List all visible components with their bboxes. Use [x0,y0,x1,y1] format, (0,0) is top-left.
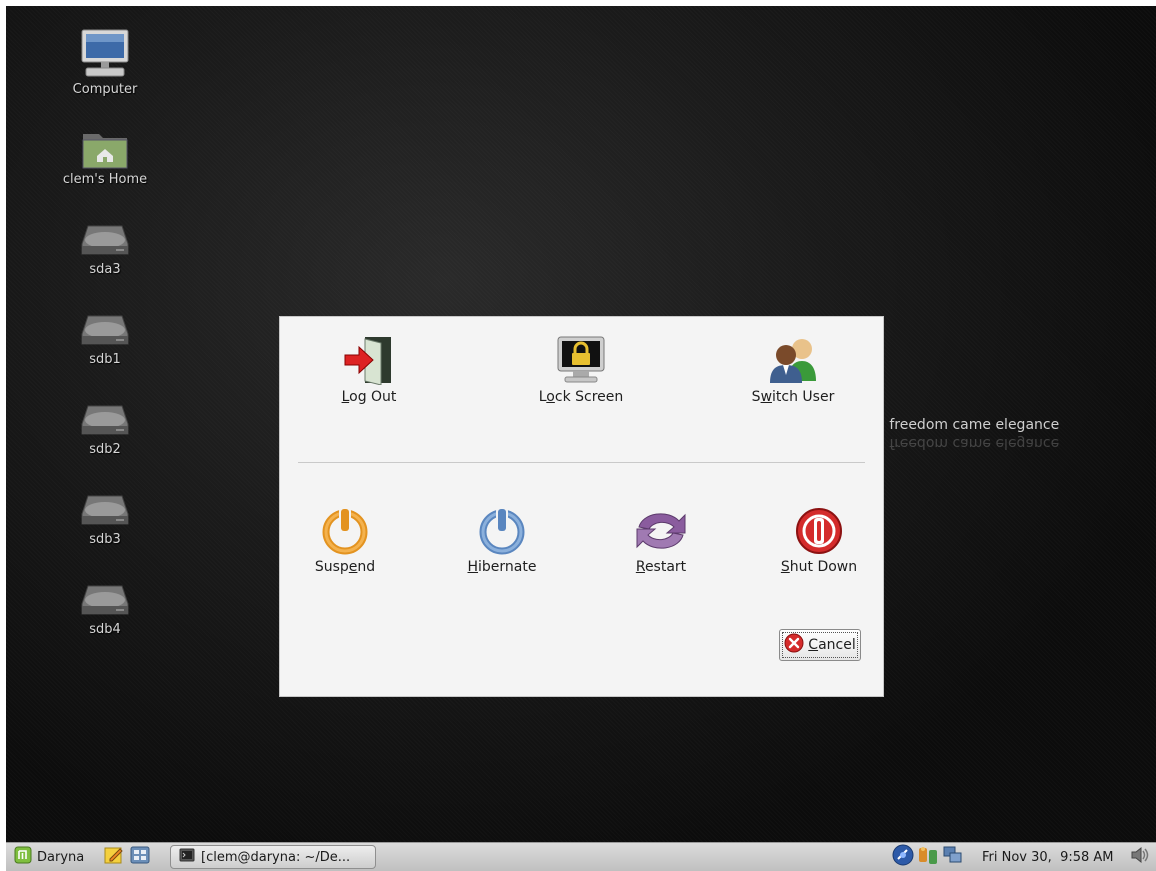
switch-user-button[interactable]: Switch User [728,327,858,405]
shut-down-label: Shut Down [780,559,858,575]
updates-icon[interactable] [917,844,939,870]
shut-down-button[interactable]: Shut Down [754,497,884,575]
drive-icon [79,298,131,350]
desktop-icon-sdb1[interactable]: sdb1 [50,298,160,367]
restart-icon [596,497,726,555]
logout-icon [304,327,434,385]
show-desktop-icon [130,845,150,869]
lock-screen-icon [516,327,646,385]
desktop-icon-sdb2[interactable]: sdb2 [50,388,160,457]
switch-user-label: Switch User [751,389,835,405]
taskbar: Daryna [clem@daryna: ~/De... Fri Nov 30,… [6,842,1156,871]
taskbar-window-button[interactable]: [clem@daryna: ~/De... [170,845,376,869]
desktop-icon-sdb3[interactable]: sdb3 [50,478,160,547]
desktop-icon-sda3[interactable]: sda3 [50,208,160,277]
main-menu-button[interactable]: Daryna [14,843,84,871]
text-editor-launcher[interactable] [104,843,124,871]
hibernate-button[interactable]: Hibernate [437,497,567,575]
computer-icon [79,28,131,80]
drive-icon [79,208,131,260]
restart-label: Restart [635,559,687,575]
desktop-icon-label: Computer [72,82,138,97]
desktop-icon-label: sdb4 [89,622,121,637]
desktop-icon-home[interactable]: clem's Home [50,118,160,187]
drive-icon [79,388,131,440]
suspend-label: Suspend [314,559,376,575]
switch-user-icon [728,327,858,385]
suspend-button[interactable]: Suspend [280,497,410,575]
lock-screen-label: Lock Screen [538,389,624,405]
restart-button[interactable]: Restart [596,497,726,575]
desktop-icon-label: sda3 [89,262,121,277]
text-editor-icon [104,845,124,869]
shutdown-icon [754,497,884,555]
hibernate-label: Hibernate [467,559,537,575]
hibernate-icon [437,497,567,555]
speaker-icon [1130,845,1150,869]
terminal-icon [179,847,195,867]
show-desktop-launcher[interactable] [130,843,150,871]
desktop-icon-label: clem's Home [62,172,148,187]
dialog-separator [298,462,865,463]
desktop-icon-label: sdb1 [89,352,121,367]
desktop-icon-sdb4[interactable]: sdb4 [50,568,160,637]
log-out-button[interactable]: Log Out [304,327,434,405]
clock-label: Fri Nov 30, 9:58 AM [982,849,1114,865]
desktop-icon-label: sdb2 [89,442,121,457]
clock[interactable]: Fri Nov 30, 9:58 AM [982,843,1114,871]
mint-logo-icon [14,846,32,868]
drive-icon [79,568,131,620]
system-tray [892,843,964,871]
cancel-icon [784,633,804,657]
desktop-icon-computer[interactable]: Computer [50,28,160,97]
network-manager-icon[interactable] [892,844,914,870]
taskbar-window-title: [clem@daryna: ~/De... [201,849,351,865]
volume-control[interactable] [1130,843,1150,871]
suspend-icon [280,497,410,555]
wallpaper-slogan: n freedom came elegance [876,417,1060,433]
main-menu-label: Daryna [37,849,85,865]
desktop-icon-label: sdb3 [89,532,121,547]
network-connection-icon[interactable] [942,844,964,870]
cancel-button[interactable]: Cancel [779,629,861,661]
cancel-label: Cancel [808,637,856,653]
lock-screen-button[interactable]: Lock Screen [516,327,646,405]
home-folder-icon [79,118,131,170]
logout-dialog: Log Out Lock Screen Switch User Suspend … [279,316,884,697]
wallpaper-slogan-reflection: n freedom came elegance [876,435,1060,451]
log-out-label: Log Out [341,389,397,405]
drive-icon [79,478,131,530]
